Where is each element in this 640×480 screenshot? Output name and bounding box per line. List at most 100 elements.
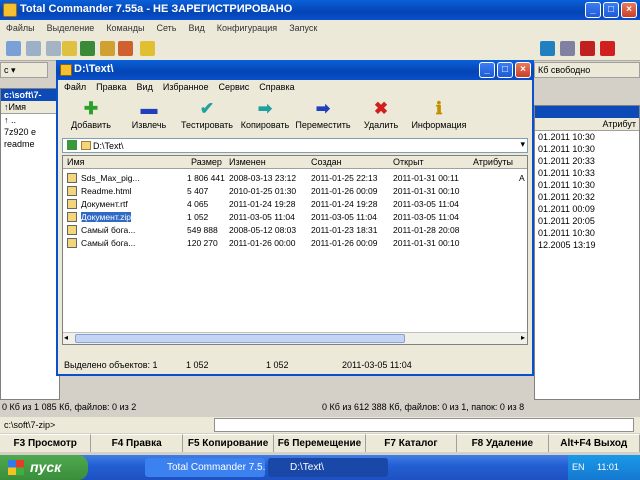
find-icon[interactable] [140,41,155,56]
table-row[interactable]: 01.2011 20:33 [535,155,639,167]
table-row[interactable]: 01.2011 10:30 [535,179,639,191]
altf4-exit-button[interactable]: Alt+F4 Выход [548,434,640,452]
unpack-icon[interactable] [118,41,133,56]
left-panel[interactable]: c:\soft\7- ↑Имя ↑ .. 7z920 e readme [0,88,60,400]
main-menu-bar: Файлы Выделение Команды Сеть Вид Конфигу… [0,20,640,37]
menu-item-edit[interactable]: Правка [96,82,126,93]
menu-item-tools[interactable]: Сервис [218,82,249,93]
terminal-icon[interactable] [580,41,595,56]
toolbar-glyph-icon: ➡ [315,99,331,118]
maximize-icon[interactable]: □ [603,2,619,18]
file-icon [67,199,77,209]
archive-file-list[interactable]: Имя Размер Изменен Создан Открыт Атрибут… [62,155,528,345]
toolbar-button[interactable]: ✔ Тестировать [178,98,236,134]
cell-created: 2011-01-26 00:09 [311,186,378,196]
right-panel[interactable]: Атрибут 01.2011 10:30 01.2011 10:30 01.2… [534,105,640,400]
col-opened[interactable]: Открыт [393,157,424,167]
menu-item-view[interactable]: Вид [137,82,153,93]
list-icon[interactable] [46,41,61,56]
reg-icon[interactable] [600,41,615,56]
refresh-icon[interactable] [6,41,21,56]
task-total-commander[interactable]: Total Commander 7.5... [145,458,265,477]
search-icon[interactable] [560,41,575,56]
start-button[interactable]: пуск [0,455,88,480]
toolbar-button[interactable]: ℹ Информация [410,98,468,134]
menu-item-config[interactable]: Конфигурация [217,23,277,34]
table-row[interactable]: Readme.html 5 407 2010-01-25 01:30 2011-01-… [63,185,527,197]
scroll-left-icon[interactable]: ◂ [64,333,68,342]
f7-mkdir-button[interactable]: F7 Каталог [365,434,458,452]
f6-move-button[interactable]: F6 Перемещение [274,434,366,452]
cell-attr: A [519,173,525,183]
f5-copy-button[interactable]: F5 Копирование [182,434,275,452]
tree-icon[interactable] [62,41,77,56]
scrollbar-thumb[interactable] [75,334,405,343]
table-row[interactable]: 01.2011 20:32 [535,191,639,203]
table-row[interactable]: 01.2011 10:33 [535,167,639,179]
col-modified[interactable]: Изменен [229,157,266,167]
table-row[interactable]: 12.2005 13:19 [535,239,639,251]
menu-item-help[interactable]: Справка [259,82,294,93]
menu-item-network[interactable]: Сеть [156,23,176,34]
task-archive-window[interactable]: D:\Text\ [268,458,388,477]
cmdline-input[interactable] [214,418,634,432]
archive-icon[interactable] [100,41,115,56]
table-row[interactable]: Документ.rtf 4 065 2011-01-24 19:28 2011-01… [63,198,527,210]
menu-item-favorites[interactable]: Избранное [163,82,209,93]
table-row[interactable]: 01.2011 00:09 [535,203,639,215]
view-icon[interactable] [26,41,41,56]
col-created[interactable]: Создан [311,157,342,167]
col-attrs[interactable]: Атрибуты [473,157,513,167]
toolbar-button[interactable]: ✖ Удалить [352,98,410,134]
right-col-attr[interactable]: Атрибут [535,118,639,131]
file-icon [67,225,77,235]
chevron-down-icon[interactable]: ▾ [520,139,525,150]
toolbar-button[interactable]: ➡ Копировать [236,98,294,134]
left-drive-select[interactable]: c ▾ [0,62,48,78]
f4-edit-button[interactable]: F4 Правка [91,434,183,452]
archive-path-field[interactable]: D:\Text\ ▾ [62,138,528,153]
toolbar-button[interactable]: ▬ Извлечь [120,98,178,134]
toolbar-label: Переместить [295,120,351,130]
f8-delete-button[interactable]: F8 Удаление [457,434,549,452]
table-row[interactable]: Документ.zip 1 052 2011-03-05 11:04 2011-03… [63,211,527,223]
table-row[interactable]: 01.2011 10:30 [535,227,639,239]
list-item[interactable]: 7z920 e [1,126,59,138]
list-item[interactable]: ↑ .. [1,114,59,126]
cell-size: 5 407 [187,186,209,196]
menu-item-commands[interactable]: Команды [106,23,144,34]
left-path: c:\soft\7- [1,89,59,101]
tools-icon[interactable] [540,41,555,56]
up-folder-icon[interactable] [67,140,77,150]
scroll-right-icon[interactable]: ▸ [521,333,525,342]
table-row[interactable]: Самый бога... 120 270 2011-01-26 00:00 2011… [63,237,527,249]
table-row[interactable]: 01.2011 10:30 [535,143,639,155]
menu-item-selection[interactable]: Выделение [47,23,95,34]
col-name[interactable]: Имя [67,157,85,167]
table-row[interactable]: Sds_Max_pig... 1 806 441 2008-03-13 23:12 2… [63,172,527,184]
f3-view-button[interactable]: F3 Просмотр [0,434,92,452]
archive-window: D:\Text\ _ □ × Файл Правка Вид Избранное… [56,60,534,376]
left-col-name[interactable]: ↑Имя [1,101,59,114]
language-indicator[interactable]: EN [572,462,585,472]
cell-modified: 2011-03-05 11:04 [229,212,295,222]
maximize-icon[interactable]: □ [497,62,513,78]
toolbar-label: Копировать [240,120,290,130]
toolbar-button[interactable]: ➡ Переместить [294,98,352,134]
menu-item-file[interactable]: Файл [64,82,86,93]
close-icon[interactable]: × [515,62,531,78]
thumbs-icon[interactable] [80,41,95,56]
table-row[interactable]: Самый бога... 549 888 2008-05-12 08:03 2011… [63,224,527,236]
table-row[interactable]: 01.2011 10:30 [535,131,639,143]
minimize-icon[interactable]: _ [479,62,495,78]
minimize-icon[interactable]: _ [585,2,601,18]
horizontal-scrollbar[interactable]: ◂ ▸ [63,332,527,344]
toolbar-button[interactable]: ✚ Добавить [62,98,120,134]
table-row[interactable]: 01.2011 20:05 [535,215,639,227]
col-size[interactable]: Размер [191,157,222,167]
menu-item-view[interactable]: Вид [188,23,204,34]
list-item[interactable]: readme [1,138,59,150]
menu-item-start[interactable]: Запуск [289,23,317,34]
menu-item-files[interactable]: Файлы [6,23,35,34]
close-icon[interactable]: × [621,2,637,18]
